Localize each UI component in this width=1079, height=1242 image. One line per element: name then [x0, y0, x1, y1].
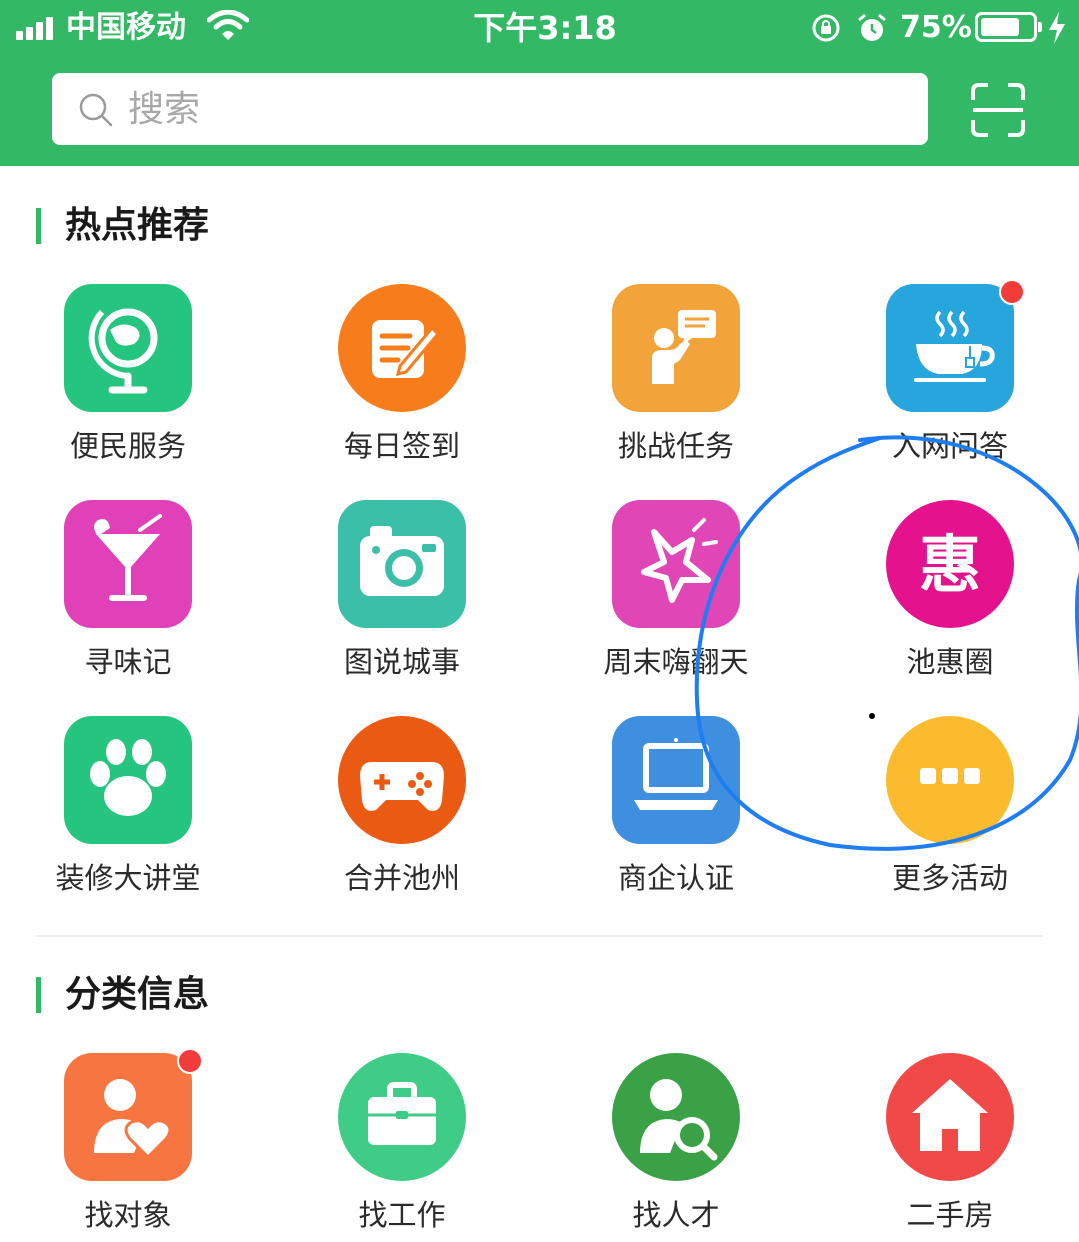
grid-item[interactable]: 挑战任务: [539, 284, 813, 484]
grid-item-label: 更多活动: [891, 861, 1008, 895]
grid-item[interactable]: 入网问答: [813, 279, 1079, 484]
grid-item-label: 挑战任务: [617, 429, 734, 463]
grid-item-label: 入网问答: [891, 429, 1008, 463]
person-heart-icon: [64, 1053, 192, 1181]
notepad-pen-icon: [338, 284, 466, 412]
grid-item[interactable]: 二手房: [813, 1053, 1079, 1242]
person-search-icon: [612, 1053, 740, 1181]
search-icon: [79, 93, 113, 127]
paw-icon: [64, 716, 192, 844]
briefcase-icon: [338, 1053, 466, 1181]
app-screen: 中国移动 下午3:18 75% 搜索 热点推荐 便民服务 每日签到 挑战任务 入…: [0, 0, 1079, 1242]
section-title-classified: 分类信息: [36, 975, 209, 1015]
grid-item-label: 图说城事: [343, 645, 460, 679]
star-burst-icon: [612, 500, 740, 628]
grid-item-label: 找人才: [632, 1198, 720, 1232]
charging-bolt-icon: [1049, 12, 1065, 44]
coffee-cup-icon: [886, 284, 1014, 412]
grid-item[interactable]: 找工作: [265, 1053, 539, 1242]
house-icon: [886, 1053, 1014, 1181]
camera-icon: [338, 500, 466, 628]
section-title-text: 分类信息: [65, 974, 210, 1015]
svg-text:惠: 惠: [919, 528, 981, 601]
grid-item[interactable]: 惠池惠圈: [813, 500, 1079, 700]
laptop-icon: [612, 716, 740, 844]
globe-icon: [64, 284, 192, 412]
grid-item-label: 找工作: [358, 1198, 446, 1232]
grid-item[interactable]: 找对象: [0, 1048, 265, 1242]
rotation-lock-icon: [812, 14, 840, 42]
section-title-hot: 热点推荐: [36, 206, 209, 246]
hui-character-icon: 惠: [886, 500, 1014, 628]
status-bar: 中国移动 下午3:18 75%: [0, 0, 1079, 56]
alarm-icon: [858, 13, 886, 41]
grid-item[interactable]: 找人才: [539, 1053, 813, 1242]
grid-item-label: 每日签到: [343, 429, 460, 463]
grid-item[interactable]: 商企认证: [539, 716, 813, 916]
search-input[interactable]: [128, 73, 908, 145]
presenter-icon: [612, 284, 740, 412]
grid-item[interactable]: 寻味记: [0, 500, 265, 700]
grid-item[interactable]: 便民服务: [0, 284, 265, 484]
section-divider: [36, 935, 1043, 937]
grid-item-label: 池惠圈: [906, 645, 994, 679]
grid-item-label: 二手房: [906, 1198, 994, 1232]
section-title-text: 热点推荐: [65, 205, 210, 246]
battery-fill: [981, 18, 1019, 36]
grid-item[interactable]: 更多活动: [813, 716, 1079, 916]
grid-item[interactable]: 装修大讲堂: [0, 716, 265, 916]
header: 中国移动 下午3:18 75%: [0, 0, 1079, 166]
gamepad-icon: [338, 716, 466, 844]
grid-item-label: 装修大讲堂: [55, 861, 201, 895]
grid-item[interactable]: 图说城事: [265, 500, 539, 700]
search-bar[interactable]: [52, 73, 928, 145]
grid-item-label: 商企认证: [617, 861, 734, 895]
battery-percentage: 75%: [900, 10, 972, 45]
grid-item-label: 找对象: [84, 1198, 172, 1232]
notification-badge: [999, 279, 1025, 305]
battery-icon: [975, 12, 1042, 42]
grid-item[interactable]: 每日签到: [265, 284, 539, 484]
grid-item[interactable]: 周末嗨翻天: [539, 500, 813, 700]
grid-item[interactable]: 合并池州: [265, 716, 539, 916]
notification-badge: [177, 1048, 203, 1074]
scan-icon[interactable]: [970, 82, 1026, 138]
grid-item-label: 周末嗨翻天: [603, 645, 749, 679]
more-dots-icon: [886, 716, 1014, 844]
cocktail-icon: [64, 500, 192, 628]
grid-item-label: 便民服务: [69, 429, 186, 463]
grid-item-label: 寻味记: [84, 645, 172, 679]
section-accent-bar: [36, 977, 41, 1013]
grid-item-label: 合并池州: [343, 861, 460, 895]
section-accent-bar: [36, 208, 41, 244]
